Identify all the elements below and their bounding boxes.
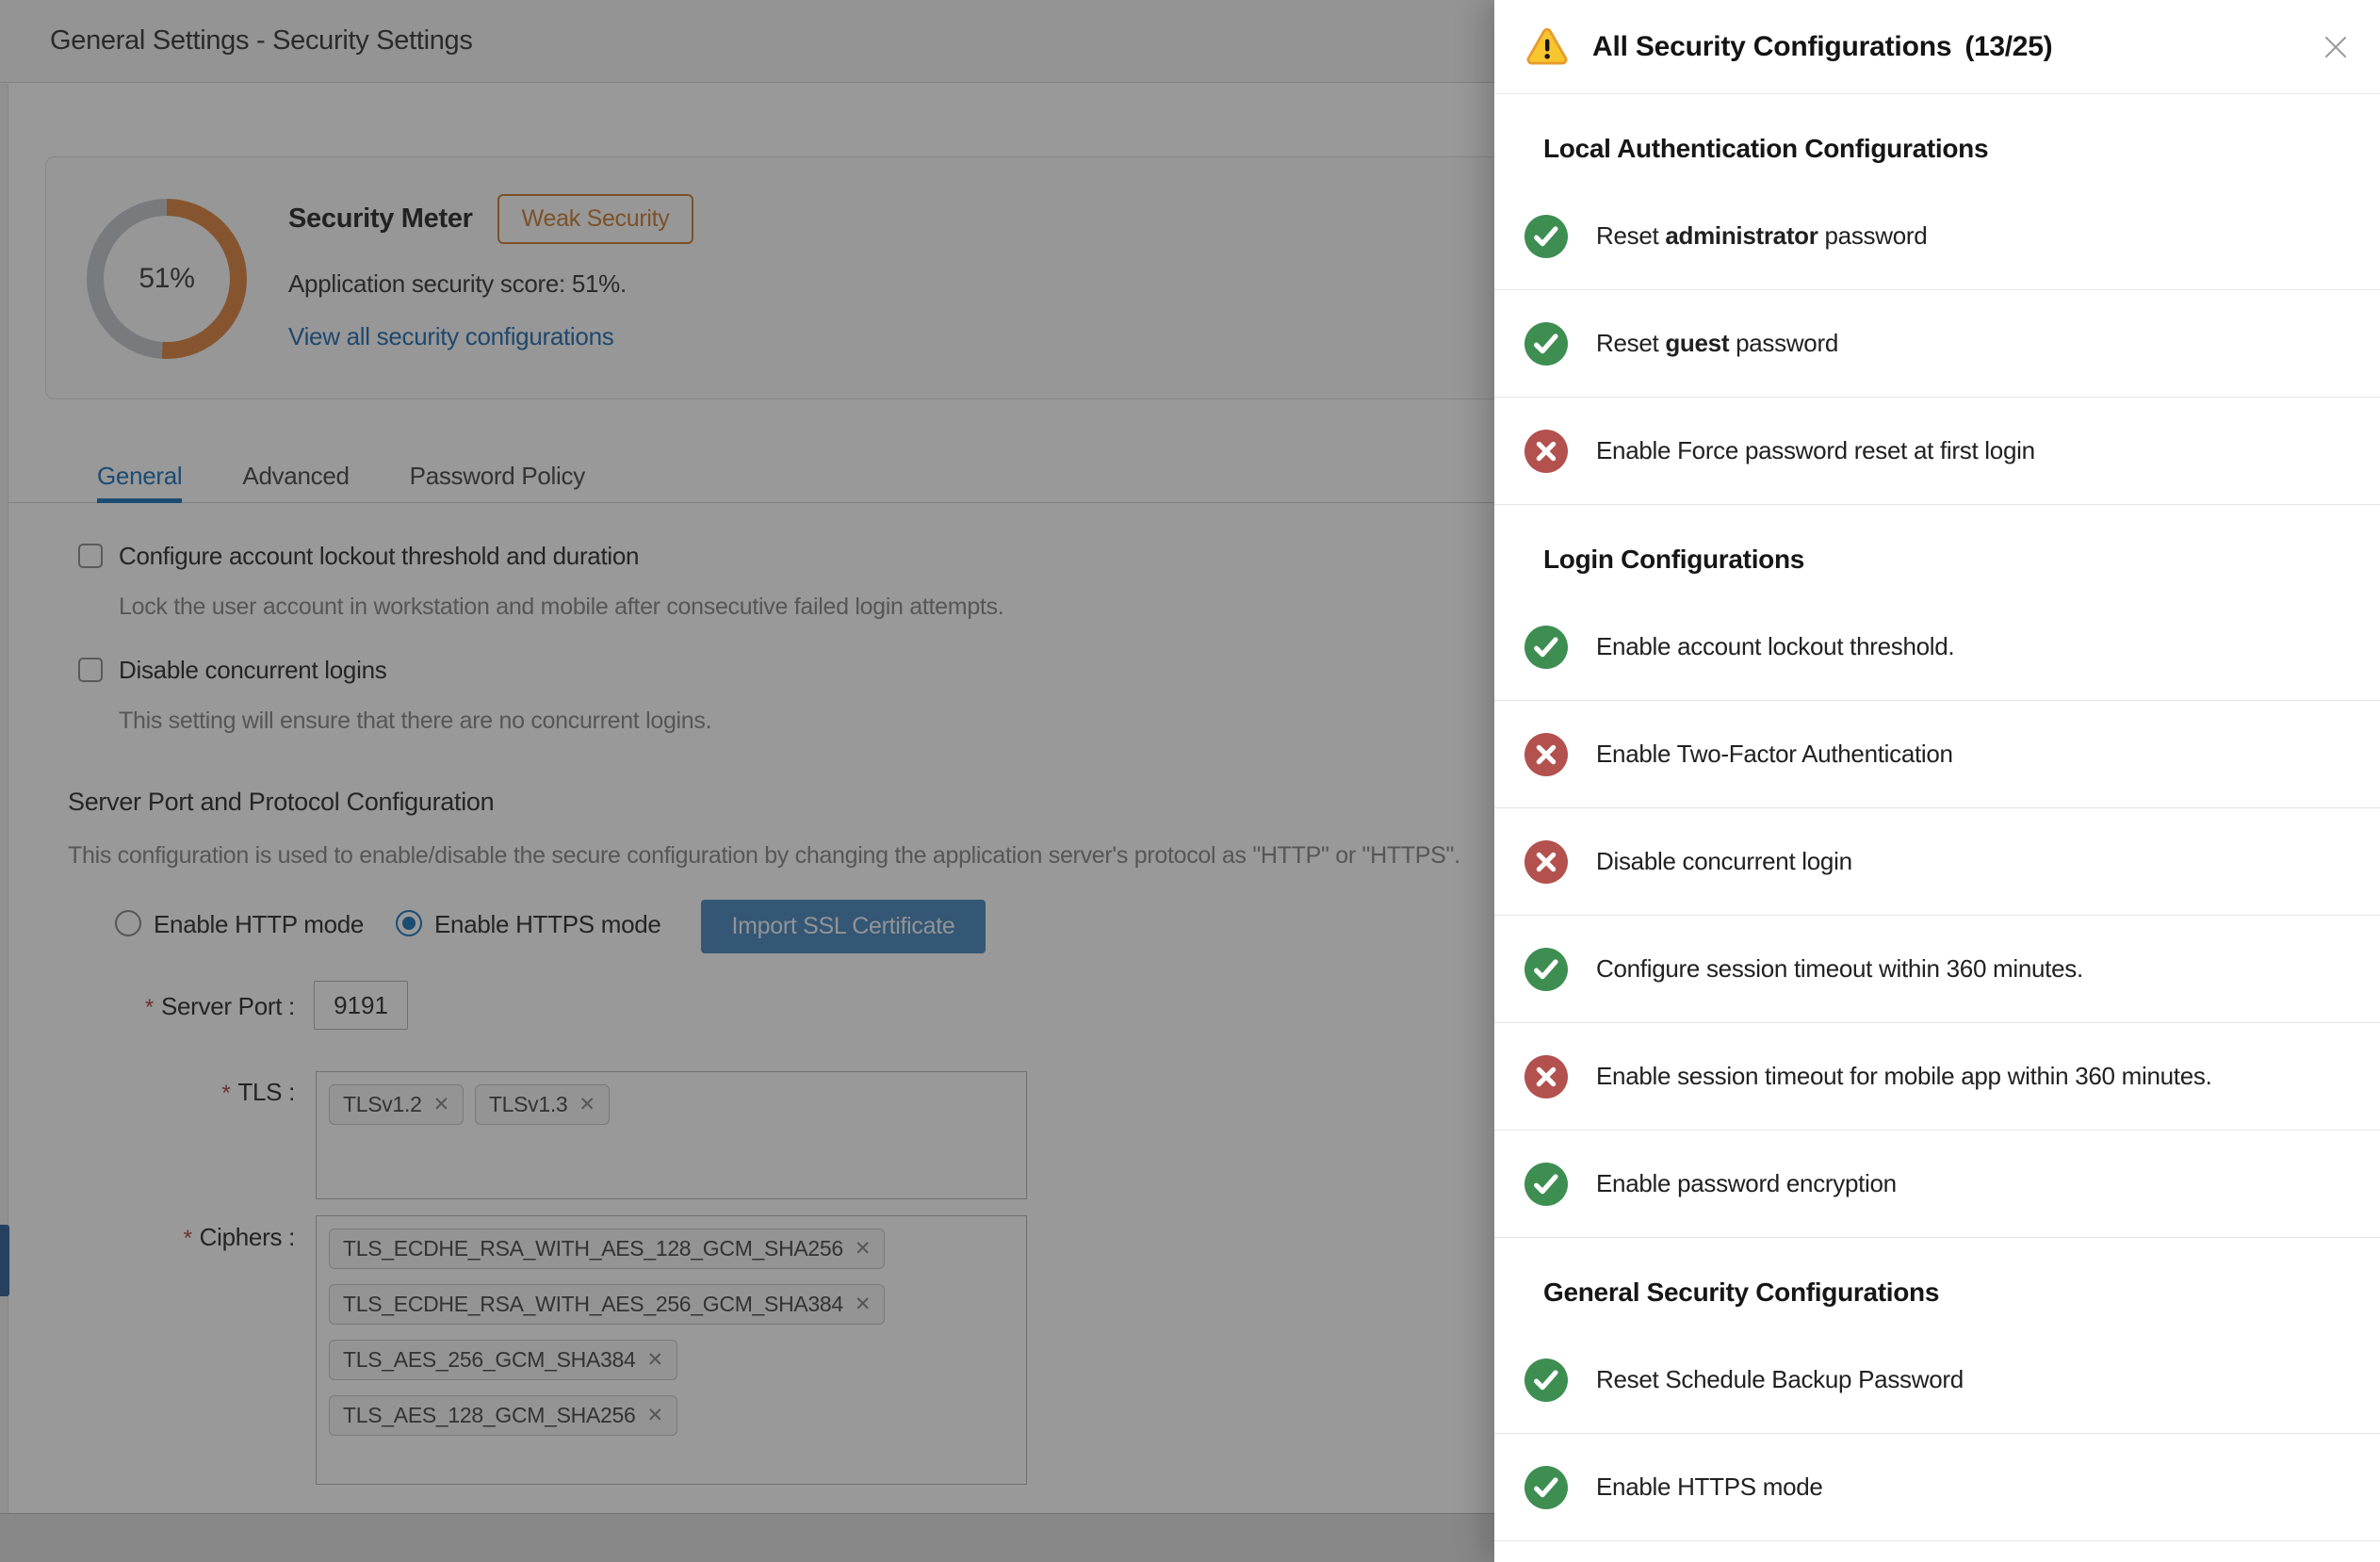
- config-item-text: Reset Schedule Backup Password: [1596, 1365, 1964, 1394]
- status-pass-icon: [1524, 322, 1568, 366]
- config-item-row: Enable account lockout threshold.: [1494, 594, 2380, 701]
- config-item-row: Reset administrator password: [1494, 183, 2380, 290]
- config-item-text: Enable password encryption: [1596, 1169, 1897, 1198]
- status-fail-icon: [1524, 733, 1568, 776]
- config-item-row: Enable Force password reset at first log…: [1494, 398, 2380, 505]
- config-item-row: Disable concurrent login: [1494, 808, 2380, 916]
- status-fail-icon: [1524, 430, 1568, 473]
- config-section-heading: General Security Configurations: [1543, 1277, 2380, 1308]
- config-item-row: Configure session timeout within 360 min…: [1494, 916, 2380, 1023]
- config-item-row: Reset Schedule Backup Password: [1494, 1326, 2380, 1434]
- config-list: Local Authentication Configurations Reset…: [1494, 94, 2380, 1562]
- panel-count: (13/25): [1964, 31, 2052, 63]
- modal-backdrop[interactable]: [0, 0, 1494, 1562]
- config-item-text: Disable concurrent login: [1596, 847, 1852, 876]
- config-item-row: Enable password encryption: [1494, 1131, 2380, 1238]
- status-pass-icon: [1524, 1163, 1568, 1206]
- status-pass-icon: [1524, 1359, 1568, 1402]
- config-item-text: Enable HTTPS mode: [1596, 1473, 1823, 1502]
- status-fail-icon: [1524, 840, 1568, 884]
- config-item-row: Enable HTTPS mode: [1494, 1434, 2380, 1541]
- config-item-text: Configure session timeout within 360 min…: [1596, 954, 2083, 984]
- close-icon[interactable]: [2320, 31, 2352, 63]
- warning-icon: [1526, 28, 1568, 66]
- config-item-text: Reset guest password: [1596, 329, 1838, 358]
- status-pass-icon: [1524, 1466, 1568, 1509]
- config-item-text: Enable account lockout threshold.: [1596, 632, 1954, 661]
- security-configurations-panel: All Security Configurations (13/25) Loca…: [1494, 0, 2380, 1562]
- status-pass-icon: [1524, 215, 1568, 258]
- status-pass-icon: [1524, 948, 1568, 991]
- config-item-row: Reset guest password: [1494, 290, 2380, 398]
- config-section-heading: Local Authentication Configurations: [1543, 134, 2380, 164]
- panel-header: All Security Configurations (13/25): [1494, 0, 2380, 94]
- config-item-row: Enable session timeout for mobile app wi…: [1494, 1023, 2380, 1131]
- config-item-text: Enable Force password reset at first log…: [1596, 436, 2035, 465]
- config-item-text: Enable Two-Factor Authentication: [1596, 740, 1953, 769]
- config-section-heading: Login Configurations: [1543, 545, 2380, 575]
- status-fail-icon: [1524, 1055, 1568, 1098]
- config-item-text: Reset administrator password: [1596, 221, 1927, 251]
- panel-title: All Security Configurations: [1592, 31, 1951, 63]
- config-item-row: Enable Two-Factor Authentication: [1494, 701, 2380, 808]
- config-item-text: Enable session timeout for mobile app wi…: [1596, 1062, 2212, 1091]
- status-pass-icon: [1524, 626, 1568, 669]
